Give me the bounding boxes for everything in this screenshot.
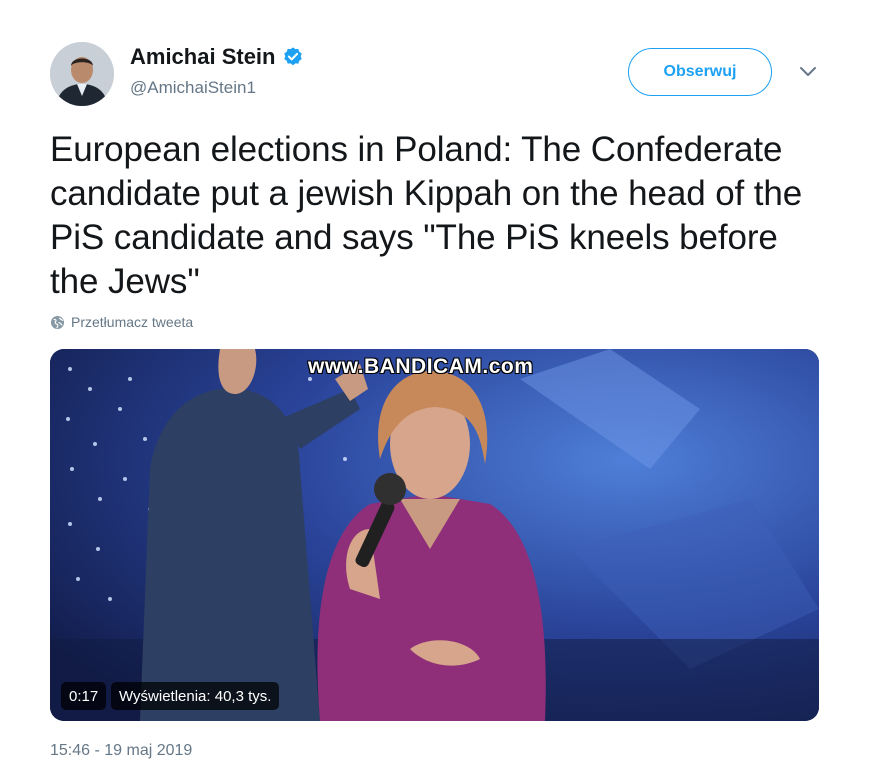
avatar[interactable] <box>50 42 114 106</box>
verified-badge-icon <box>284 47 303 66</box>
author-handle[interactable]: @AmichaiStein1 <box>130 78 304 98</box>
author-display-name[interactable]: Amichai Stein <box>130 44 275 70</box>
translate-tweet-link[interactable]: Przetłumacz tweeta <box>50 314 193 330</box>
video-duration-badge: 0:17 <box>61 682 107 710</box>
video-player[interactable]: www.BANDICAM.com 0:17 Wyświetlenia: 40,3… <box>50 349 819 721</box>
video-views-badge: Wyświetlenia: 40,3 tys. <box>111 682 280 710</box>
translate-label: Przetłumacz tweeta <box>71 314 194 330</box>
tweet-timestamp[interactable]: 15:46 - 19 maj 2019 <box>50 742 192 760</box>
video-watermark: www.BANDICAM.com <box>308 355 534 378</box>
follow-button[interactable]: Obserwuj <box>628 48 772 96</box>
tweet-text: European elections in Poland: The Confed… <box>50 130 803 301</box>
video-frame <box>50 349 819 721</box>
avatar-image <box>50 42 114 106</box>
globe-icon <box>50 315 65 329</box>
chevron-down-icon[interactable] <box>798 64 818 80</box>
author-info: Amichai Stein @AmichaiStein1 <box>130 44 304 98</box>
